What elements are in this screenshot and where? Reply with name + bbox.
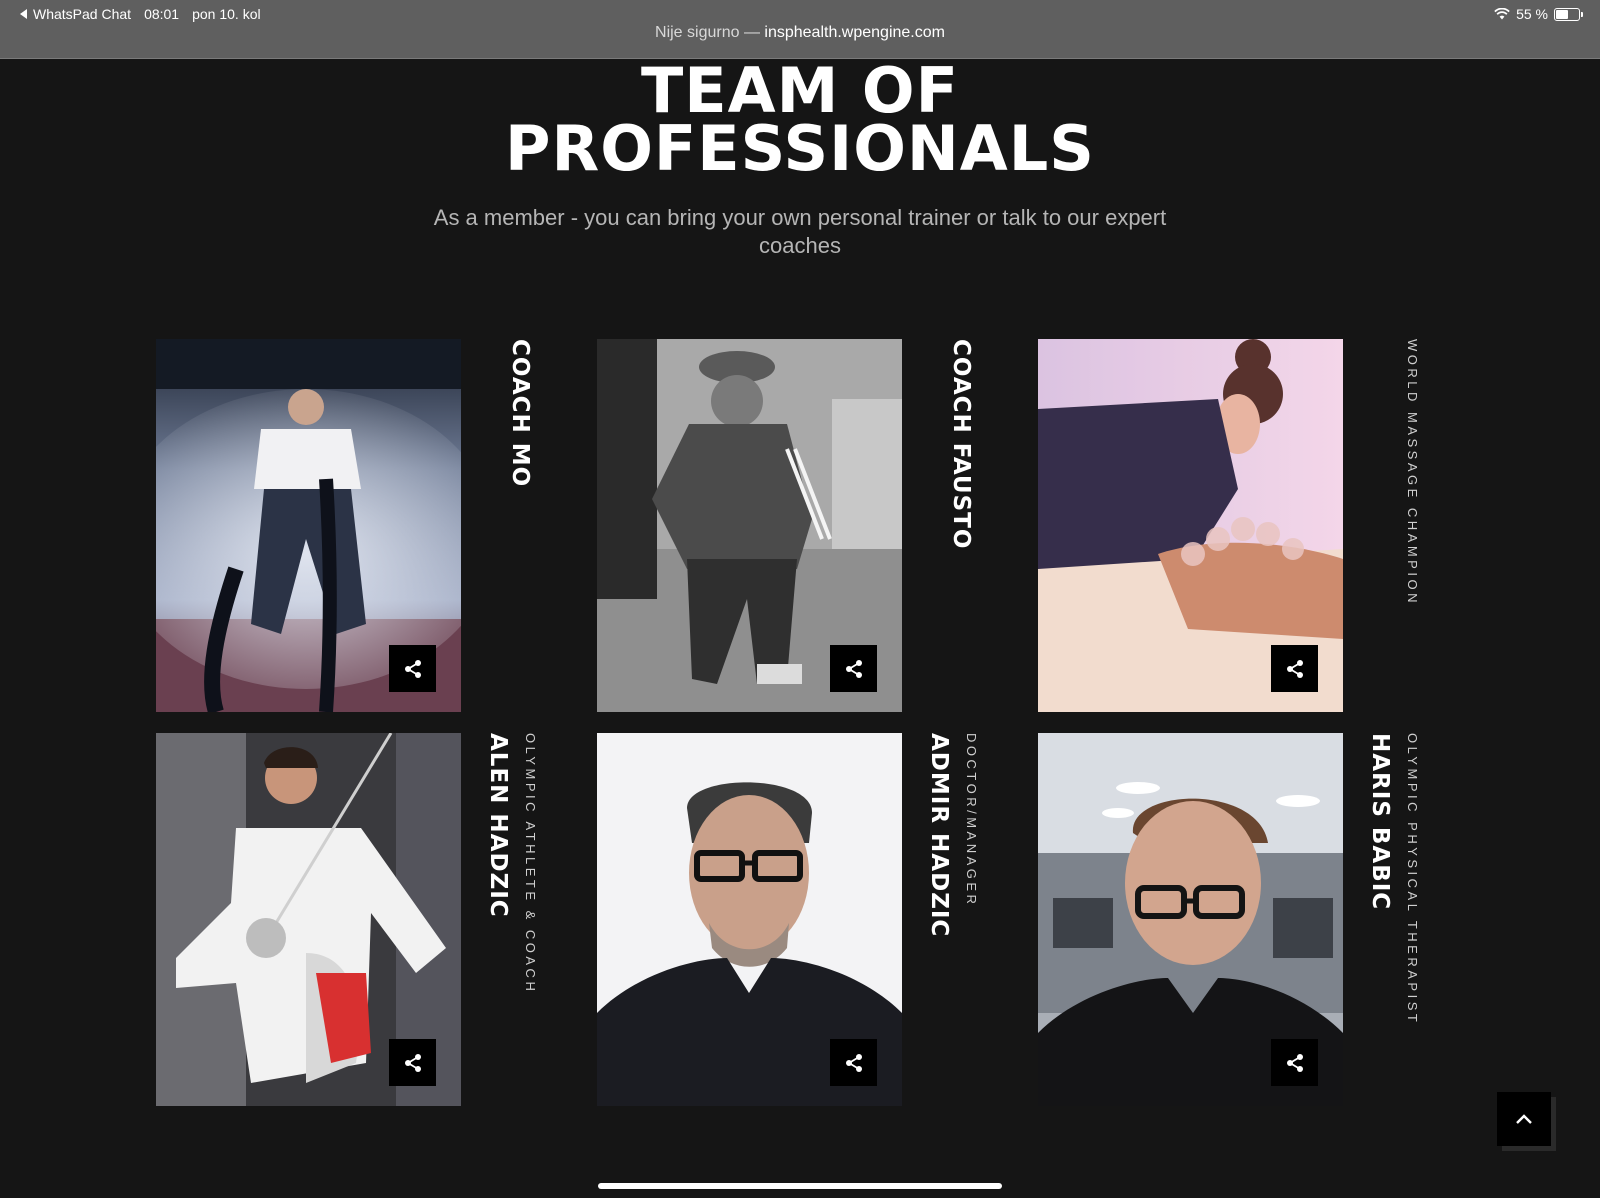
member-name: ALEN HADZIC	[485, 733, 511, 918]
member-name: HARIS BABIC	[1367, 733, 1393, 911]
share-icon	[404, 1053, 421, 1072]
member-name: COACH MO	[507, 339, 533, 488]
section-title: TEAM OF PROFESSIONALS	[0, 60, 1600, 185]
team-card-massage-champion: WORLD MASSAGE CHAMPION	[1038, 339, 1478, 712]
back-arrow-icon	[20, 9, 27, 19]
scroll-to-top-button[interactable]	[1497, 1092, 1551, 1146]
status-left: WhatsPad Chat 08:01 pon 10. kol	[20, 6, 261, 22]
chevron-up-icon	[1516, 1114, 1532, 1124]
address-bar[interactable]: Nije sigurno — insphealth.wpengine.com	[0, 24, 1600, 42]
share-button-coach-fausto[interactable]	[830, 645, 877, 692]
battery-percent: 55 %	[1516, 6, 1548, 22]
member-role: OLYMPIC PHYSICAL THERAPIST	[1405, 733, 1420, 1026]
share-button-massage-champion[interactable]	[1271, 645, 1318, 692]
member-name: COACH FAUSTO	[948, 339, 974, 550]
member-role: OLYMPIC ATHLETE & COACH	[523, 733, 538, 995]
share-icon	[1286, 659, 1303, 678]
back-app-label: WhatsPad Chat	[33, 6, 132, 22]
wifi-icon	[1494, 8, 1510, 20]
back-to-app-button[interactable]: WhatsPad Chat	[20, 6, 131, 22]
browser-chrome: WhatsPad Chat 08:01 pon 10. kol 55 % Nij…	[0, 0, 1600, 59]
share-button-admir-hadzic[interactable]	[830, 1039, 877, 1086]
team-card-coach-mo: COACH MO	[156, 339, 596, 712]
share-button-haris-babic[interactable]	[1271, 1039, 1318, 1086]
title-line-2: PROFESSIONALS	[505, 112, 1095, 185]
status-right: 55 %	[1494, 6, 1583, 22]
member-name: ADMIR HADZIC	[926, 733, 952, 938]
status-date: pon 10. kol	[192, 6, 261, 22]
coach-mo-photo	[156, 339, 461, 712]
coach-fausto-photo	[597, 339, 902, 712]
member-role: DOCTOR/MANAGER	[964, 733, 979, 908]
share-icon	[845, 1053, 862, 1072]
admir-hadzic-photo	[597, 733, 902, 1106]
member-role: WORLD MASSAGE CHAMPION	[1405, 339, 1420, 606]
share-button-alen-hadzic[interactable]	[389, 1039, 436, 1086]
team-card-alen-hadzic: ALEN HADZIC OLYMPIC ATHLETE & COACH	[156, 733, 596, 1106]
team-card-haris-babic: HARIS BABIC OLYMPIC PHYSICAL THERAPIST	[1038, 733, 1478, 1106]
security-label: Nije sigurno —	[655, 24, 760, 41]
share-button-coach-mo[interactable]	[389, 645, 436, 692]
url-domain: insphealth.wpengine.com	[764, 24, 945, 41]
share-icon	[404, 659, 421, 678]
alen-hadzic-photo	[156, 733, 461, 1106]
team-card-admir-hadzic: ADMIR HADZIC DOCTOR/MANAGER	[597, 733, 1037, 1106]
share-icon	[1286, 1053, 1303, 1072]
battery-icon	[1554, 7, 1583, 21]
haris-babic-photo	[1038, 733, 1343, 1106]
share-icon	[845, 659, 862, 678]
team-card-coach-fausto: COACH FAUSTO	[597, 339, 1037, 712]
status-time: 08:01	[144, 6, 180, 22]
section-subtitle: As a member - you can bring your own per…	[433, 205, 1167, 258]
home-indicator[interactable]	[598, 1183, 1002, 1189]
massage-champion-photo	[1038, 339, 1343, 712]
